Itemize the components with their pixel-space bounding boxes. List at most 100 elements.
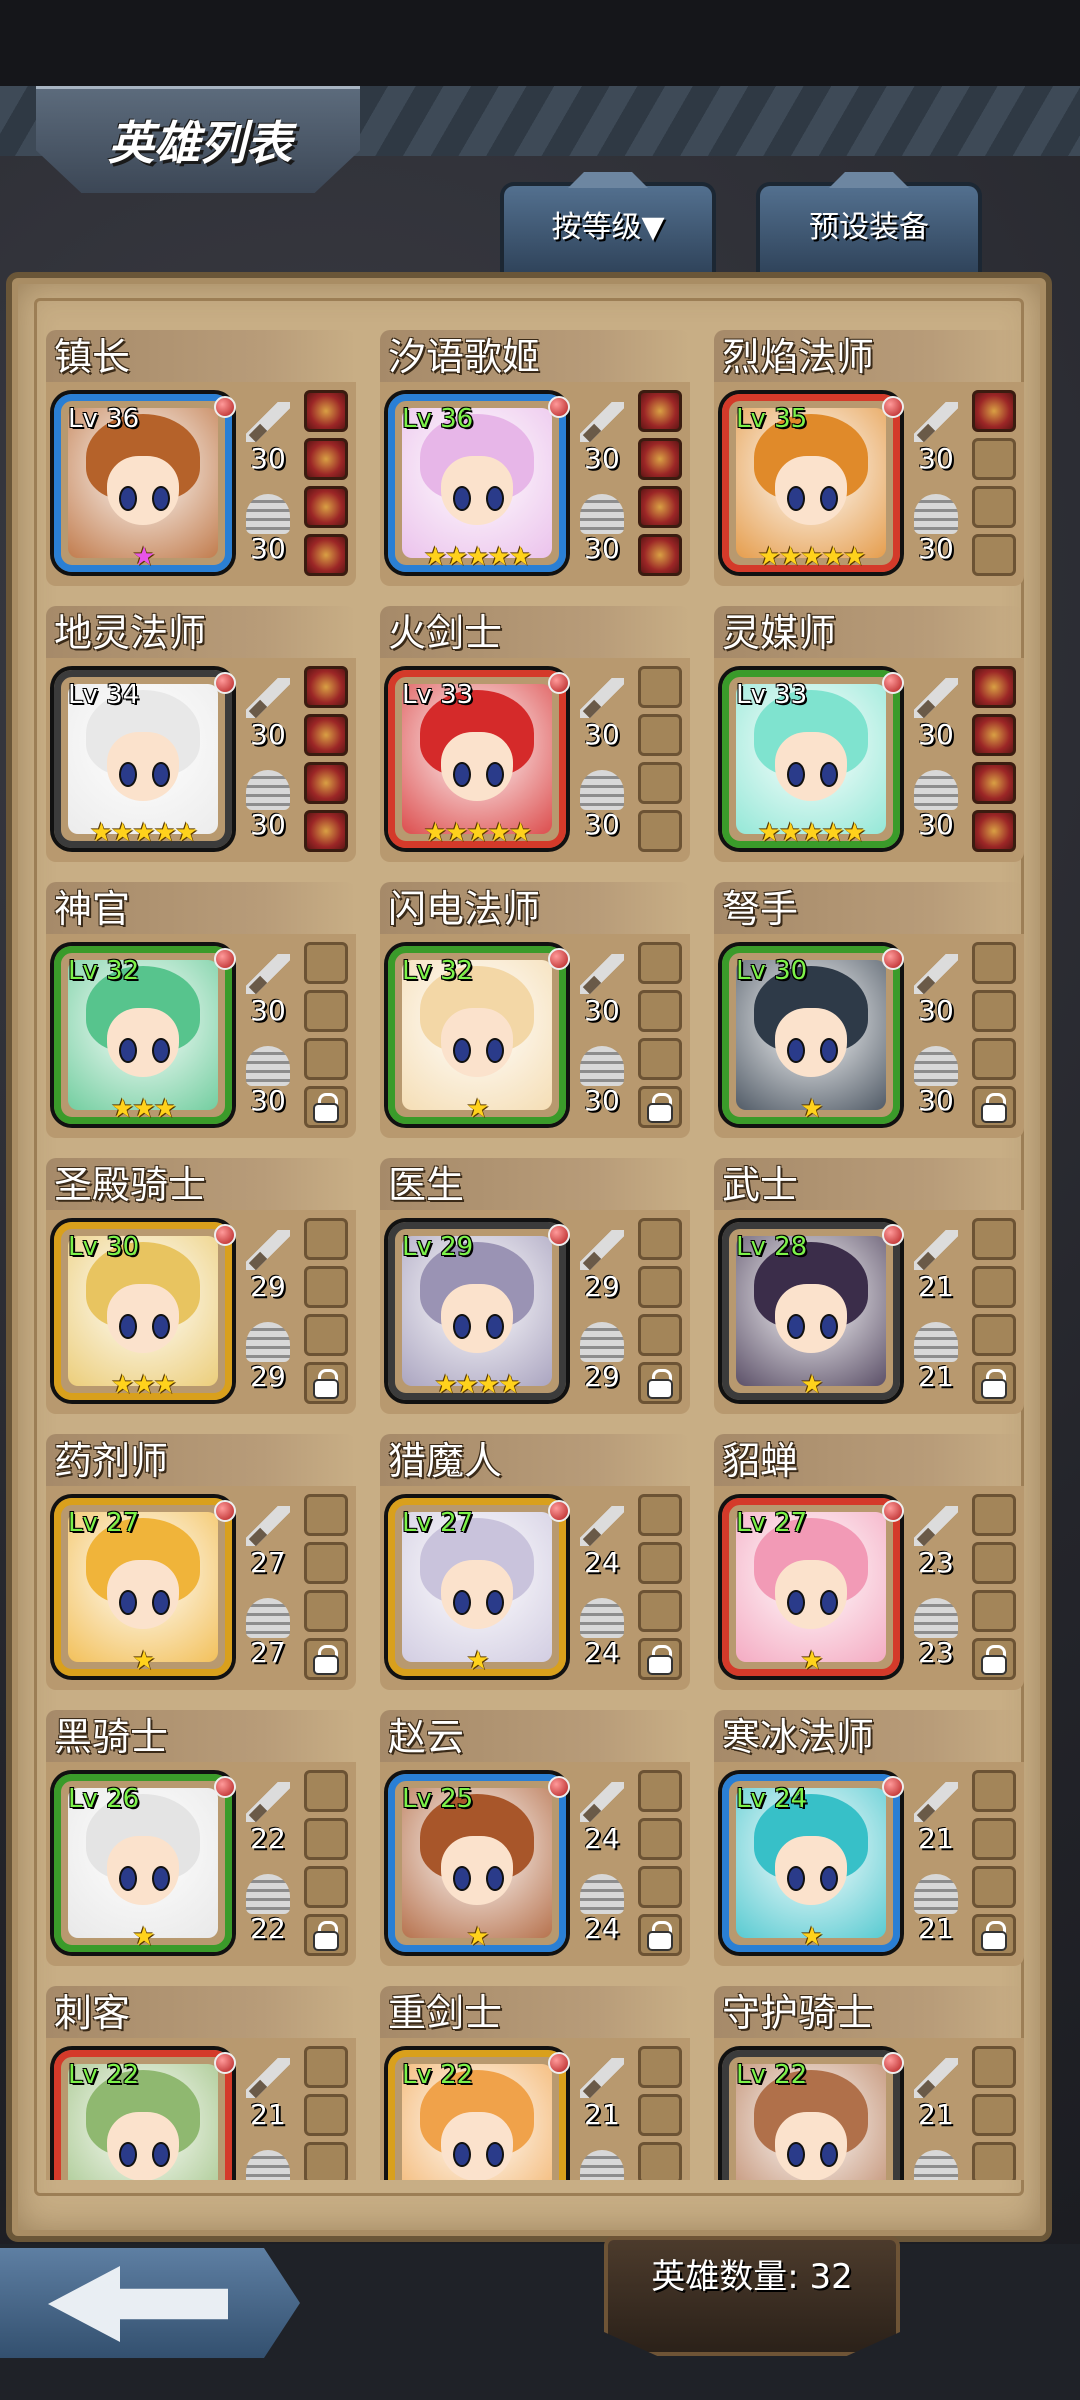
equipped-item-slot[interactable]: [304, 714, 348, 756]
empty-equipment-slot[interactable]: [638, 1218, 682, 1260]
hero-card[interactable]: 汐语歌姬 Lv 36 ★★★★★ 30 30: [380, 330, 690, 586]
hero-card[interactable]: 武士 Lv 28 ★ 21 21: [714, 1158, 1024, 1414]
hero-card[interactable]: 重剑士 Lv 22 21: [380, 1986, 690, 2180]
sort-by-level-button[interactable]: 按等级▼: [500, 182, 716, 274]
empty-equipment-slot[interactable]: [638, 1542, 682, 1584]
empty-equipment-slot[interactable]: [638, 942, 682, 984]
empty-equipment-slot[interactable]: [638, 1770, 682, 1812]
empty-equipment-slot[interactable]: [304, 1542, 348, 1584]
lock-icon[interactable]: [304, 1638, 348, 1680]
hero-card[interactable]: 烈焰法师 Lv 35 ★★★★★ 30 30: [714, 330, 1024, 586]
empty-equipment-slot[interactable]: [304, 2142, 348, 2180]
equipped-item-slot[interactable]: [638, 486, 682, 528]
empty-equipment-slot[interactable]: [972, 1818, 1016, 1860]
empty-equipment-slot[interactable]: [638, 2094, 682, 2136]
empty-equipment-slot[interactable]: [304, 990, 348, 1032]
hero-card[interactable]: 灵媒师 Lv 33 ★★★★★ 30 30: [714, 606, 1024, 862]
hero-card[interactable]: 医生 Lv 29 ★★★★ 29 29: [380, 1158, 690, 1414]
empty-equipment-slot[interactable]: [638, 1494, 682, 1536]
hero-card[interactable]: 貂蝉 Lv 27 ★ 23 23: [714, 1434, 1024, 1690]
empty-equipment-slot[interactable]: [638, 1314, 682, 1356]
equipped-item-slot[interactable]: [304, 390, 348, 432]
lock-icon[interactable]: [638, 1362, 682, 1404]
empty-equipment-slot[interactable]: [972, 1866, 1016, 1908]
lock-icon[interactable]: [972, 1914, 1016, 1956]
empty-equipment-slot[interactable]: [972, 1266, 1016, 1308]
hero-card[interactable]: 守护骑士 Lv 22 21: [714, 1986, 1024, 2180]
equipped-item-slot[interactable]: [972, 714, 1016, 756]
hero-grid[interactable]: 镇长 Lv 36 ★ 30 30 汐语歌姬 Lv 36 ★★★★★ 30 30 …: [46, 330, 1030, 2180]
empty-equipment-slot[interactable]: [304, 1038, 348, 1080]
empty-equipment-slot[interactable]: [638, 810, 682, 852]
empty-equipment-slot[interactable]: [304, 1494, 348, 1536]
equipped-item-slot[interactable]: [304, 762, 348, 804]
empty-equipment-slot[interactable]: [638, 2142, 682, 2180]
preset-equipment-button[interactable]: 预设装备: [756, 182, 982, 274]
hero-card[interactable]: 神官 Lv 32 ★★★ 30 30: [46, 882, 356, 1138]
empty-equipment-slot[interactable]: [972, 1494, 1016, 1536]
empty-equipment-slot[interactable]: [638, 2046, 682, 2088]
hero-card[interactable]: 猎魔人 Lv 27 ★ 24 24: [380, 1434, 690, 1690]
empty-equipment-slot[interactable]: [638, 1038, 682, 1080]
empty-equipment-slot[interactable]: [304, 1218, 348, 1260]
hero-card[interactable]: 黑骑士 Lv 26 ★ 22 22: [46, 1710, 356, 1966]
empty-equipment-slot[interactable]: [638, 1866, 682, 1908]
empty-equipment-slot[interactable]: [304, 942, 348, 984]
equipped-item-slot[interactable]: [304, 810, 348, 852]
empty-equipment-slot[interactable]: [638, 762, 682, 804]
empty-equipment-slot[interactable]: [972, 1218, 1016, 1260]
hero-card[interactable]: 地灵法师 Lv 34 ★★★★★ 30 30: [46, 606, 356, 862]
equipped-item-slot[interactable]: [638, 438, 682, 480]
equipped-item-slot[interactable]: [304, 666, 348, 708]
empty-equipment-slot[interactable]: [972, 942, 1016, 984]
hero-card[interactable]: 圣殿骑士 Lv 30 ★★★ 29 29: [46, 1158, 356, 1414]
lock-icon[interactable]: [638, 1086, 682, 1128]
empty-equipment-slot[interactable]: [638, 1590, 682, 1632]
equipped-item-slot[interactable]: [638, 390, 682, 432]
hero-card[interactable]: 刺客 Lv 22 21: [46, 1986, 356, 2180]
empty-equipment-slot[interactable]: [638, 666, 682, 708]
empty-equipment-slot[interactable]: [972, 1770, 1016, 1812]
lock-icon[interactable]: [972, 1086, 1016, 1128]
hero-card[interactable]: 弩手 Lv 30 ★ 30 30: [714, 882, 1024, 1138]
equipped-item-slot[interactable]: [972, 762, 1016, 804]
empty-equipment-slot[interactable]: [304, 2046, 348, 2088]
empty-equipment-slot[interactable]: [638, 1818, 682, 1860]
empty-equipment-slot[interactable]: [304, 2094, 348, 2136]
hero-card[interactable]: 赵云 Lv 25 ★ 24 24: [380, 1710, 690, 1966]
lock-icon[interactable]: [638, 1914, 682, 1956]
equipped-item-slot[interactable]: [972, 666, 1016, 708]
lock-icon[interactable]: [304, 1086, 348, 1128]
empty-equipment-slot[interactable]: [972, 1038, 1016, 1080]
empty-equipment-slot[interactable]: [972, 990, 1016, 1032]
empty-equipment-slot[interactable]: [972, 486, 1016, 528]
empty-equipment-slot[interactable]: [972, 2046, 1016, 2088]
empty-equipment-slot[interactable]: [972, 2094, 1016, 2136]
empty-equipment-slot[interactable]: [304, 1818, 348, 1860]
empty-equipment-slot[interactable]: [972, 1314, 1016, 1356]
hero-card[interactable]: 寒冰法师 Lv 24 ★ 21 21: [714, 1710, 1024, 1966]
equipped-item-slot[interactable]: [638, 534, 682, 576]
empty-equipment-slot[interactable]: [304, 1866, 348, 1908]
hero-card[interactable]: 药剂师 Lv 27 ★ 27 27: [46, 1434, 356, 1690]
hero-card[interactable]: 镇长 Lv 36 ★ 30 30: [46, 330, 356, 586]
empty-equipment-slot[interactable]: [638, 990, 682, 1032]
empty-equipment-slot[interactable]: [304, 1770, 348, 1812]
empty-equipment-slot[interactable]: [972, 1542, 1016, 1584]
lock-icon[interactable]: [972, 1362, 1016, 1404]
equipped-item-slot[interactable]: [304, 486, 348, 528]
empty-equipment-slot[interactable]: [304, 1314, 348, 1356]
lock-icon[interactable]: [304, 1914, 348, 1956]
empty-equipment-slot[interactable]: [304, 1590, 348, 1632]
hero-card[interactable]: 火剑士 Lv 33 ★★★★★ 30 30: [380, 606, 690, 862]
equipped-item-slot[interactable]: [972, 810, 1016, 852]
equipped-item-slot[interactable]: [304, 438, 348, 480]
lock-icon[interactable]: [638, 1638, 682, 1680]
empty-equipment-slot[interactable]: [972, 2142, 1016, 2180]
empty-equipment-slot[interactable]: [638, 714, 682, 756]
lock-icon[interactable]: [304, 1362, 348, 1404]
equipped-item-slot[interactable]: [304, 534, 348, 576]
empty-equipment-slot[interactable]: [972, 438, 1016, 480]
equipped-item-slot[interactable]: [972, 390, 1016, 432]
empty-equipment-slot[interactable]: [972, 1590, 1016, 1632]
